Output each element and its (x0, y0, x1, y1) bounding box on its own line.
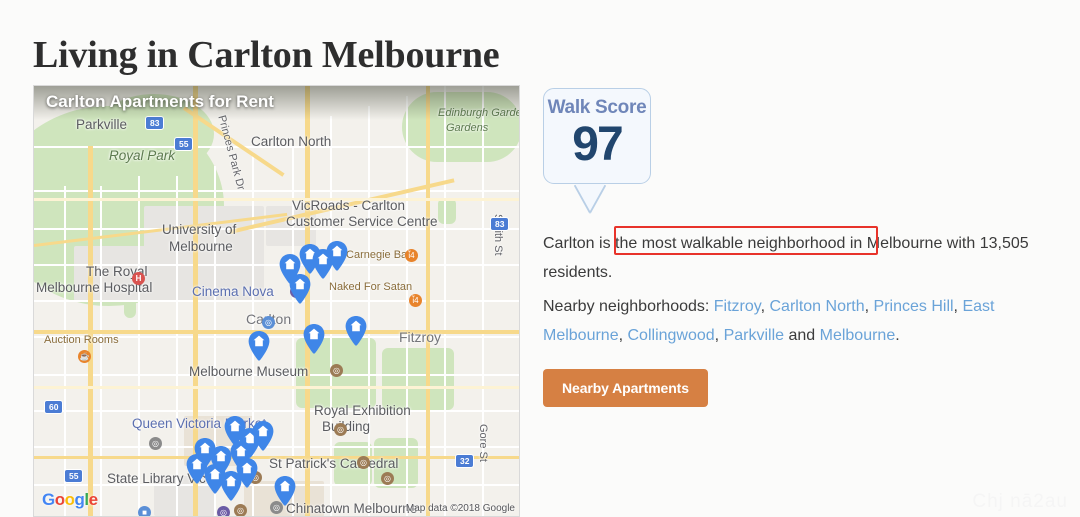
street-h8 (34, 446, 519, 448)
map-poi-icon: ἷ4 (405, 249, 418, 262)
street-h2 (34, 228, 519, 230)
map-label: Melbourne Museum (189, 364, 309, 379)
map-label: Customer Service Centre (286, 214, 438, 229)
walk-score-badge[interactable]: Walk Score 97 (543, 88, 651, 184)
map-label: Auction Rooms (44, 334, 119, 346)
park-small-a (438, 198, 456, 224)
map-poi-icon: H (132, 272, 145, 285)
road-mid-h2 (34, 386, 519, 389)
info-column: Walk Score 97 Carlton is the most walkab… (543, 88, 1043, 407)
map-poi-icon: ◎ (334, 423, 347, 436)
nearby-separator: , (714, 327, 724, 344)
map-poi-icon: ◎ (262, 316, 275, 329)
map-label: University of (162, 222, 237, 237)
map-marker-pin[interactable] (252, 421, 274, 451)
map-label: Cinema Nova (192, 284, 274, 299)
street-v3 (138, 176, 140, 516)
map-overlay-title: Carlton Apartments for Rent (46, 92, 274, 111)
map-label: Gardens (446, 122, 489, 134)
map-poi-icon: ◎ (357, 456, 370, 469)
map-label: Fitzroy (399, 329, 441, 345)
map-label: Parkville (76, 117, 128, 132)
street-v10 (406, 96, 408, 516)
nearby-link-carlton-north[interactable]: Carlton North (769, 298, 864, 315)
map-attribution: Map data ©2018 Google (405, 503, 515, 514)
map-poi-icon: ◎ (149, 437, 162, 450)
nearby-separator: , (618, 327, 628, 344)
street-v1 (64, 186, 66, 516)
map-poi-icon: ἷ4 (409, 294, 422, 307)
map-marker-pin[interactable] (326, 241, 348, 271)
watermark: Chj nā2au (972, 491, 1068, 512)
map-label: Chinatown Melbourne (286, 501, 418, 516)
map-canvas[interactable]: Carlton Apartments for Rent Parkville Roy… (34, 86, 519, 516)
summary-highlight-text: the most walkable neighborhood (615, 235, 846, 252)
map-container[interactable]: Carlton Apartments for Rent Parkville Roy… (33, 85, 520, 517)
road-arterial-v4 (426, 86, 430, 516)
map-poi-icon: ☕ (78, 350, 91, 363)
map-label: Melbourne (169, 239, 233, 254)
map-marker-pin[interactable] (248, 331, 270, 361)
road-shield: 55 (64, 469, 84, 483)
map-marker-pin[interactable] (345, 316, 367, 346)
map-label: Gore St (477, 424, 489, 462)
map-poi-icon: ◎ (217, 506, 230, 516)
map-label: Edinburgh Gardens (438, 107, 519, 119)
nearby-link-melbourne[interactable]: Melbourne (820, 327, 896, 344)
map-label: VicRoads - Carlton (292, 198, 406, 213)
map-label: Naked For Satan (329, 281, 413, 293)
nearby-link-collingwood[interactable]: Collingwood (628, 327, 715, 344)
nearby-paragraph: Nearby neighborhoods: Fitzroy, Carlton N… (543, 292, 1033, 350)
map-marker-pin[interactable] (289, 274, 311, 304)
road-shield: 32 (455, 454, 475, 468)
google-logo[interactable]: Google (42, 490, 98, 510)
map-poi-icon: ◎ (234, 504, 247, 516)
street-h7 (34, 410, 519, 412)
street-v11 (444, 86, 446, 516)
map-label: Royal Exhibition (314, 403, 411, 418)
nearby-intro: Nearby neighborhoods: (543, 298, 714, 315)
map-poi-icon: ◎ (381, 472, 394, 485)
map-poi-icon: ◎ (330, 364, 343, 377)
nearby-link-princes-hill[interactable]: Princes Hill (874, 298, 954, 315)
road-shield: 55 (174, 137, 194, 151)
map-marker-pin[interactable] (274, 476, 296, 506)
nearby-link-parkville[interactable]: Parkville (724, 327, 784, 344)
street-h1 (34, 190, 519, 192)
summary-prefix: Carlton is (543, 235, 616, 252)
road-mid-h1 (34, 198, 519, 201)
road-shield: 83 (490, 217, 510, 231)
map-poi-icon: ■ (138, 506, 151, 516)
walk-score-label: Walk Score (547, 97, 647, 118)
map-marker-pin[interactable] (236, 458, 258, 488)
nearby-conjunction: and (784, 327, 820, 344)
road-shield: 60 (44, 400, 64, 414)
map-label: Carlton North (251, 134, 332, 149)
map-marker-pin[interactable] (186, 454, 208, 484)
nearby-link-fitzroy[interactable]: Fitzroy (714, 298, 761, 315)
road-arterial-v1 (88, 146, 93, 516)
map-label: St Patrick's Cathedral (269, 456, 399, 471)
street-v9 (368, 106, 370, 516)
summary-paragraph: Carlton is the most walkable neighborhoo… (543, 229, 1033, 287)
map-marker-pin[interactable] (303, 324, 325, 354)
page-title: Living in Carlton Melbourne (33, 34, 500, 77)
walk-score-value: 97 (572, 118, 623, 171)
map-label: Royal Park (109, 148, 176, 163)
road-shield: 83 (145, 116, 165, 130)
nearby-apartments-button[interactable]: Nearby Apartments (543, 369, 708, 407)
nearby-period: . (895, 327, 900, 344)
nearby-separator: , (864, 298, 874, 315)
street-h4 (34, 300, 519, 302)
